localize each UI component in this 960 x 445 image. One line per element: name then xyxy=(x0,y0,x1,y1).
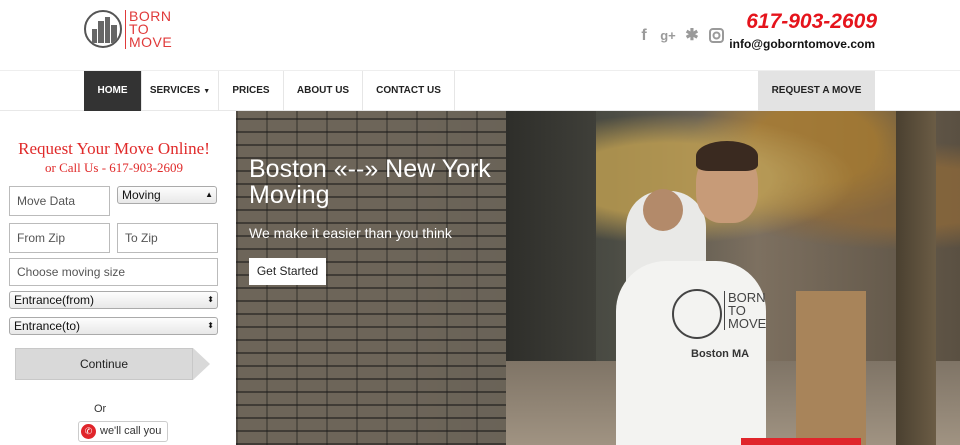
entrance-from-value: Entrance(from) xyxy=(14,293,95,307)
form-title: Request Your Move Online! xyxy=(18,139,210,158)
from-zip-field[interactable]: From Zip xyxy=(9,223,110,253)
move-date-field[interactable]: Move Data xyxy=(9,186,110,216)
header-email[interactable]: info@goborntomove.com xyxy=(729,37,875,51)
select-arrows-icon: ▲ xyxy=(205,190,213,199)
entrance-to-select[interactable]: Entrance(to) ⬍ xyxy=(9,317,218,335)
caret-down-icon: ▼ xyxy=(203,88,211,95)
continue-button[interactable]: Continue xyxy=(15,348,193,380)
get-started-button[interactable]: Get Started xyxy=(249,258,326,285)
hero-red-strip xyxy=(741,438,861,445)
hero-tree-trunk xyxy=(896,111,936,445)
nav-home[interactable]: HOME xyxy=(84,71,142,111)
entrance-to-value: Entrance(to) xyxy=(14,319,81,333)
shirt-city: Boston MA xyxy=(691,348,750,360)
select-arrows-icon: ⬍ xyxy=(207,321,214,330)
shirt-logo-icon xyxy=(672,289,722,339)
social-links: f g+ ✱ xyxy=(636,28,724,44)
nav-request-move-label: REQUEST A MOVE xyxy=(771,85,862,96)
instagram-icon[interactable] xyxy=(708,28,724,44)
form-subtitle: or Call Us - 617-903-2609 xyxy=(45,160,183,175)
call-me-button[interactable]: ✆ we'll call you xyxy=(78,421,168,442)
entrance-from-select[interactable]: Entrance(from) ⬍ xyxy=(9,291,218,309)
or-text: Or xyxy=(94,403,107,415)
continue-arrow-tip xyxy=(193,348,210,380)
to-zip-field[interactable]: To Zip xyxy=(117,223,218,253)
logo-skyline-icon xyxy=(84,10,122,48)
logo-text: BORN TO MOVE xyxy=(125,9,172,49)
hero-subtitle: We make it easier than you think xyxy=(249,225,452,241)
hero-person-back-head xyxy=(643,189,683,231)
nav-about-us[interactable]: ABOUT US xyxy=(284,71,363,111)
nav-contact-us-label: CONTACT US xyxy=(376,85,441,96)
site-logo[interactable]: BORN TO MOVE xyxy=(84,9,174,50)
shirt-logo-text: BORN TO MOVE xyxy=(724,291,766,330)
move-type-select[interactable]: Moving ▲ xyxy=(117,186,217,204)
main-nav: HOME SERVICES ▼ PRICES ABOUT US CONTACT U… xyxy=(0,70,960,111)
hero-banner: BORN TO MOVE Boston MA Boston «--» New Y… xyxy=(236,111,960,445)
nav-services[interactable]: SERVICES ▼ xyxy=(142,71,219,111)
yelp-icon[interactable]: ✱ xyxy=(684,28,700,44)
nav-prices[interactable]: PRICES xyxy=(219,71,284,111)
call-me-label: we'll call you xyxy=(100,425,162,437)
moving-size-field[interactable]: Choose moving size xyxy=(9,258,218,286)
hero-title: Boston «--» New York Moving xyxy=(249,155,491,209)
nav-about-us-label: ABOUT US xyxy=(296,85,350,96)
facebook-icon[interactable]: f xyxy=(636,28,652,44)
nav-request-move[interactable]: REQUEST A MOVE xyxy=(758,71,875,111)
select-arrows-icon: ⬍ xyxy=(207,295,214,304)
nav-home-label: HOME xyxy=(97,85,128,96)
nav-services-label: SERVICES xyxy=(149,85,201,96)
move-request-form: Request Your Move Online! or Call Us - 6… xyxy=(0,111,236,445)
site-header: BORN TO MOVE f g+ ✱ 617-903-2609 info@go… xyxy=(0,0,960,70)
nav-prices-label: PRICES xyxy=(232,85,270,96)
google-plus-icon[interactable]: g+ xyxy=(660,28,676,44)
header-phone[interactable]: 617-903-2609 xyxy=(746,10,877,34)
hero-person-hair xyxy=(696,141,758,171)
phone-icon: ✆ xyxy=(81,424,96,439)
move-type-value: Moving xyxy=(122,188,161,202)
nav-contact-us[interactable]: CONTACT US xyxy=(363,71,455,111)
hero-moving-box xyxy=(796,291,866,445)
